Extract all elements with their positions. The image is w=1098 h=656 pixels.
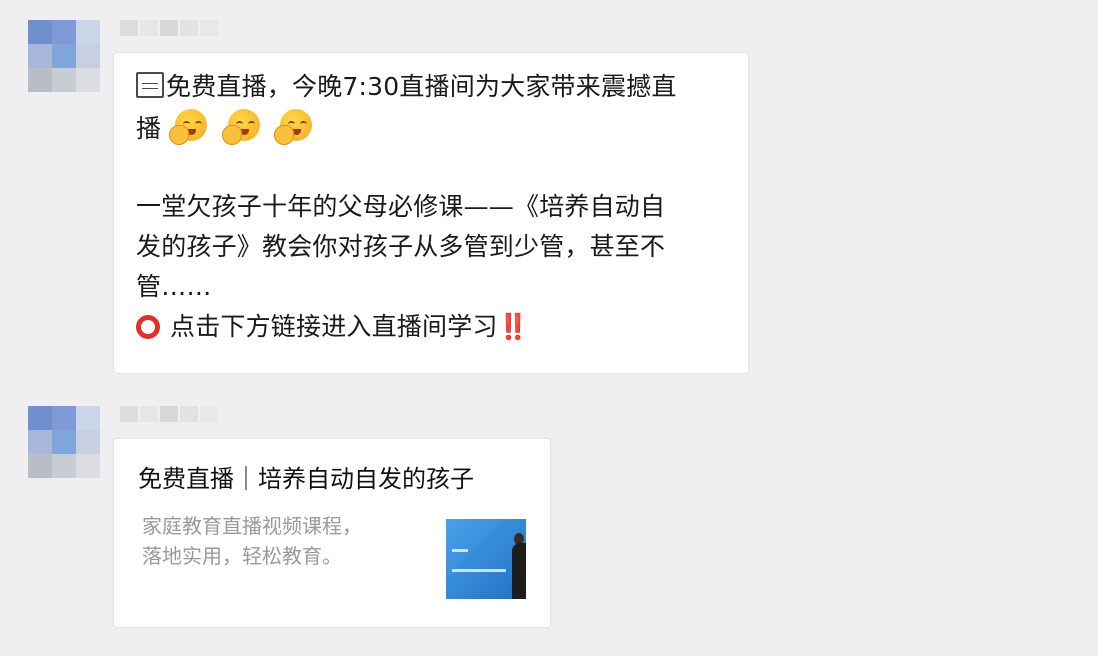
- shy-face-emoji-icon: [221, 107, 262, 145]
- red-circle-icon: [136, 315, 160, 339]
- link-card-title: 免费直播｜培养自动自发的孩子: [138, 465, 474, 493]
- message-text-line: 免费直播，今晚7:30直播间为大家带来震撼直: [166, 72, 677, 101]
- link-card[interactable]: 免费直播｜培养自动自发的孩子 家庭教育直播视频课程， 落地实用，轻松教育。: [113, 438, 551, 628]
- sender-avatar[interactable]: [28, 406, 100, 478]
- image-placeholder-icon: [136, 72, 164, 98]
- link-card-thumbnail: [446, 519, 526, 599]
- link-card-desc-line: 家庭教育直播视频课程，: [142, 514, 362, 538]
- link-card-description: 家庭教育直播视频课程， 落地实用，轻松教育。: [142, 511, 422, 571]
- shy-face-emoji-icon: [273, 107, 314, 145]
- message-text-line: 管……: [136, 272, 212, 301]
- message-text-line: 发的孩子》教会你对孩子从多管到少管，甚至不: [136, 232, 666, 261]
- message-text-line: 播: [136, 114, 162, 143]
- link-card-desc-line: 落地实用，轻松教育。: [142, 544, 342, 568]
- sender-nickname: [120, 20, 218, 36]
- message-bubble[interactable]: 免费直播，今晚7:30直播间为大家带来震撼直 播 一堂欠孩子十年的父母必修课——…: [113, 52, 749, 374]
- message-text-line: 一堂欠孩子十年的父母必修课——《培养自动自: [136, 192, 666, 221]
- sender-avatar[interactable]: [28, 20, 100, 92]
- shy-face-emoji-icon: [169, 107, 209, 145]
- sender-nickname: [120, 406, 218, 422]
- message-text-line: 点击下方链接进入直播间学习‼️: [170, 312, 529, 341]
